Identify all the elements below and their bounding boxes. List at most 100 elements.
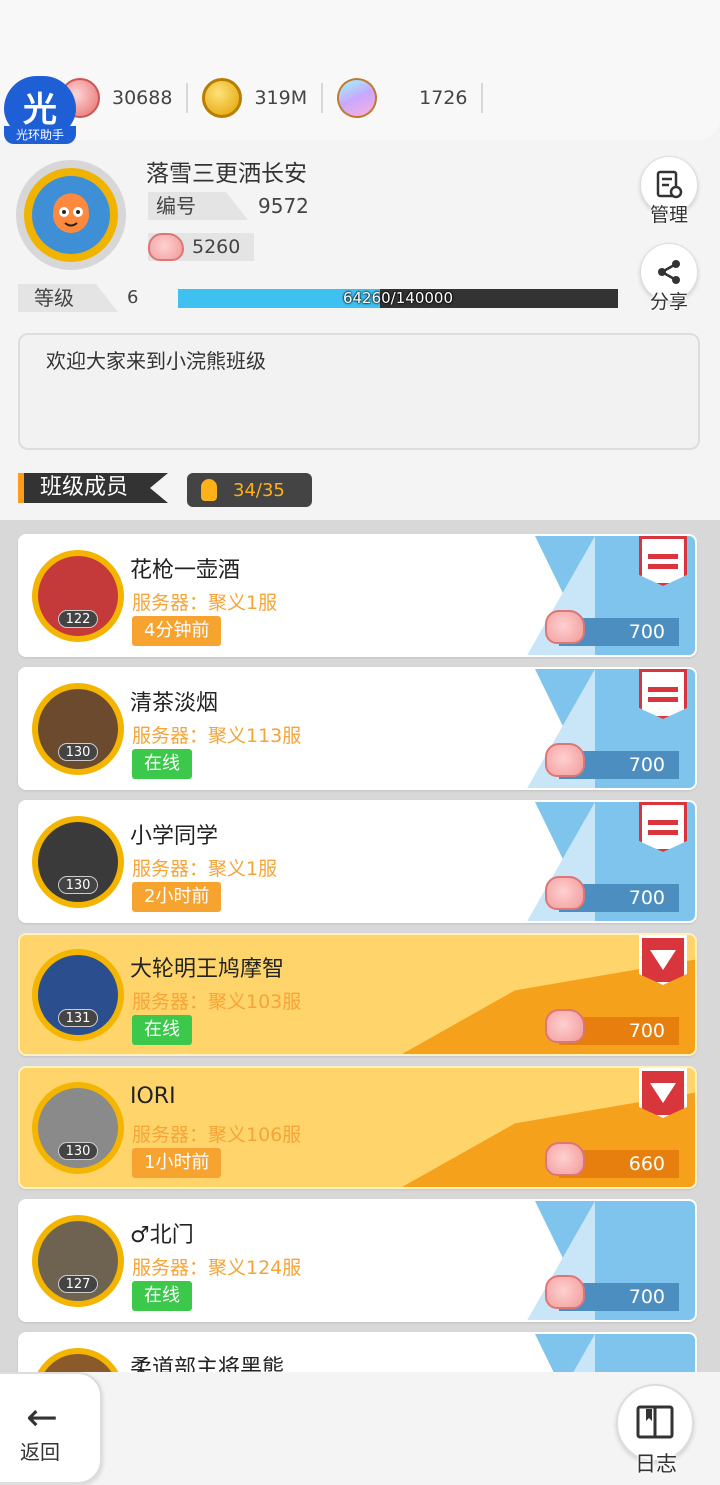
divider: [321, 83, 324, 113]
crystal-count: 1726: [419, 87, 468, 109]
member-name: 大轮明王鸠摩智: [130, 957, 285, 982]
member-avatar[interactable]: 130: [24, 808, 132, 916]
level-value: 6: [127, 287, 139, 308]
member-points: 660: [628, 1153, 665, 1175]
member-points: 700: [628, 887, 665, 909]
member-contribution: 700: [545, 610, 679, 646]
helper-label: 光环助手: [4, 126, 76, 144]
member-status: 4分钟前: [132, 616, 222, 646]
member-server: 服务器：聚义124服: [132, 1257, 302, 1279]
member-card[interactable]: 柔道部主将黑熊: [18, 1332, 697, 1372]
id-label: 编号: [148, 192, 248, 220]
share-button[interactable]: 分享: [638, 243, 700, 314]
member-status: 2小时前: [132, 882, 222, 912]
resource-row: 30688 319M 1726: [60, 72, 497, 124]
member-avatar[interactable]: 130: [24, 1074, 132, 1182]
piggy-bank-icon: [545, 743, 585, 777]
crystal-icon: [331, 72, 383, 124]
member-name: ♂北门: [130, 1223, 194, 1248]
member-contribution: 660: [545, 1142, 679, 1178]
avatar-portrait-icon: [38, 1354, 118, 1372]
member-name: 小学同学: [130, 824, 219, 849]
gem-count: 30688: [112, 87, 173, 109]
resource-gems[interactable]: 30688: [60, 74, 172, 122]
piggy-bank-icon: [148, 233, 184, 261]
member-avatar[interactable]: [24, 1340, 132, 1372]
member-server: 服务器：聚义103服: [132, 991, 302, 1013]
xp-progress-text: 64260/140000: [342, 289, 454, 307]
share-label: 分享: [649, 291, 688, 313]
back-arrow-icon: ←: [26, 1395, 58, 1439]
member-avatar[interactable]: 122: [24, 542, 132, 650]
resource-gold[interactable]: 319M: [202, 74, 307, 122]
member-card[interactable]: 130 IORI 服务器：聚义106服 1小时前 660: [18, 1066, 697, 1189]
level-label: 等级: [18, 284, 118, 312]
piggy-bank-icon: [545, 1009, 585, 1043]
class-announcement[interactable]: 欢迎大家来到小浣熊班级: [18, 333, 700, 450]
raccoon-avatar-icon: [32, 176, 110, 254]
manage-label: 管理: [649, 204, 688, 226]
member-name: 花枪一壶酒: [130, 558, 241, 583]
member-contribution: 700: [545, 1275, 679, 1311]
member-name: IORI: [130, 1084, 176, 1109]
member-status: 在线: [132, 749, 192, 779]
member-status: 在线: [132, 1281, 192, 1311]
piggy-bank-icon: [545, 876, 585, 910]
member-server: 服务器：聚义106服: [132, 1124, 302, 1146]
member-points: 700: [628, 1020, 665, 1042]
member-contribution: 700: [545, 1009, 679, 1045]
id-value: 9572: [258, 194, 309, 218]
card-decoration: [535, 1334, 695, 1372]
piggy-bank-value: 5260: [192, 236, 241, 258]
member-level: 130: [58, 876, 98, 894]
member-card[interactable]: 130 小学同学服务器：聚义1服 2小时前 700: [18, 800, 697, 923]
member-points: 700: [628, 621, 665, 643]
xp-progress-bar: 64260/140000: [178, 289, 618, 308]
gold-coin-icon: [202, 78, 243, 118]
member-avatar[interactable]: 130: [24, 675, 132, 783]
member-name: 清茶淡烟: [130, 691, 219, 716]
member-server: 服务器：聚义1服: [132, 858, 278, 880]
member-contribution: 700: [545, 743, 679, 779]
member-level: 130: [58, 743, 98, 761]
member-status: 在线: [132, 1015, 192, 1045]
manage-button[interactable]: 管理: [638, 156, 700, 227]
member-card[interactable]: 127 ♂北门服务器：聚义124服 在线 700: [18, 1199, 697, 1322]
top-resource-bar: 30688 319M 1726: [0, 0, 720, 140]
member-level: 127: [58, 1275, 98, 1293]
member-level: 122: [58, 610, 98, 628]
member-status: 1小时前: [132, 1148, 222, 1178]
member-count: 34/35: [187, 473, 312, 507]
resource-crystal[interactable]: 1726: [331, 72, 468, 124]
back-label: 返回: [20, 1440, 60, 1464]
member-server: 服务器：聚义1服: [132, 592, 278, 614]
log-label: 日志: [635, 1452, 677, 1476]
member-card[interactable]: 122 花枪一壶酒服务器：聚义1服 4分钟前 700: [18, 534, 697, 657]
class-avatar[interactable]: [16, 160, 126, 270]
class-name: 落雪三更洒长安: [146, 161, 307, 187]
member-list[interactable]: 122 花枪一壶酒 服务器：聚义1服 4分钟前 700 130 清茶淡烟 服务器：聚义113服…: [0, 520, 720, 1372]
piggy-bank-total: 5260: [148, 233, 254, 261]
piggy-bank-icon: [545, 1275, 585, 1309]
member-card[interactable]: 131 大轮明王鸠摩智 服务器：聚义103服 在线 700: [18, 933, 697, 1056]
helper-app-button[interactable]: 光 光环助手: [4, 76, 76, 144]
member-avatar[interactable]: 127: [24, 1207, 132, 1315]
members-section-title: 班级成员: [18, 473, 169, 503]
member-name: 柔道部主将黑熊: [130, 1356, 285, 1372]
piggy-bank-icon: [545, 1142, 585, 1176]
member-avatar[interactable]: 131: [24, 941, 132, 1049]
log-button[interactable]: 日志: [616, 1384, 696, 1478]
divider: [186, 83, 189, 113]
divider: [481, 83, 484, 113]
member-points: 700: [628, 754, 665, 776]
member-level: 131: [58, 1009, 98, 1027]
gold-count: 319M: [254, 87, 308, 109]
member-contribution: 700: [545, 876, 679, 912]
member-card[interactable]: 130 清茶淡烟服务器：聚义113服 在线 700: [18, 667, 697, 790]
member-points: 700: [628, 1286, 665, 1308]
member-server: 服务器：聚义113服: [132, 725, 302, 747]
members-title-label: 班级成员: [18, 473, 169, 503]
back-button[interactable]: ← 返回: [0, 1372, 102, 1484]
member-level: 130: [58, 1142, 98, 1160]
bottom-bar: ← 返回 日志: [0, 1372, 720, 1485]
